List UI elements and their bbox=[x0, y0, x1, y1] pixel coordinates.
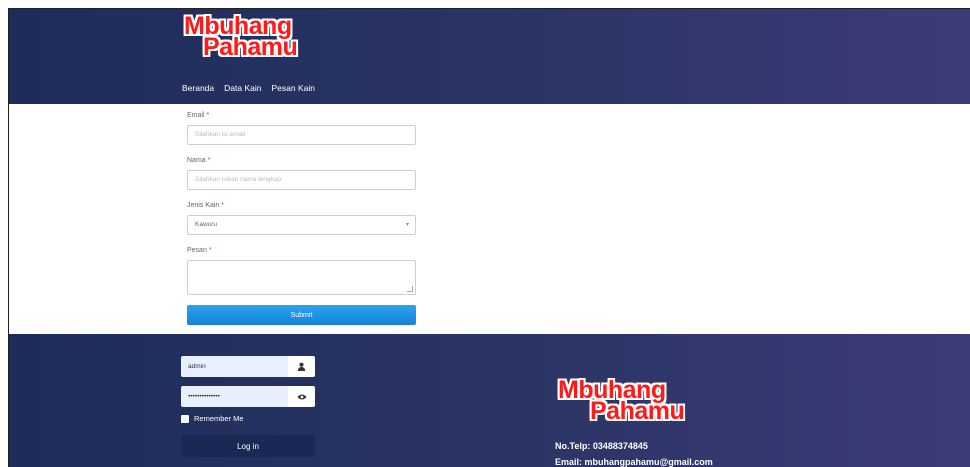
contact-phone: No.Telp: 03488374845 bbox=[555, 441, 648, 451]
nav-beranda[interactable]: Beranda bbox=[182, 83, 214, 93]
nama-field[interactable]: Silahkan isikan nama lengkap bbox=[187, 170, 416, 190]
page-frame: Mbuhang Pahamu Beranda Data Kain Pesan K… bbox=[8, 8, 970, 467]
brand-logo[interactable]: Mbuhang Pahamu bbox=[184, 14, 298, 59]
email-field[interactable]: Silahkan isi email bbox=[187, 125, 416, 145]
remember-label: Remember Me bbox=[194, 414, 244, 423]
nav-pesan-kain[interactable]: Pesan Kain bbox=[271, 83, 314, 93]
remember-checkbox[interactable] bbox=[181, 414, 189, 423]
main-nav: Beranda Data Kain Pesan Kain bbox=[182, 83, 315, 93]
username-input[interactable]: admin bbox=[181, 356, 288, 377]
nav-data-kain[interactable]: Data Kain bbox=[224, 83, 261, 93]
login-button[interactable]: Log in bbox=[181, 435, 315, 457]
submit-button[interactable]: Submit bbox=[187, 305, 416, 325]
email-label: Email * bbox=[187, 112, 210, 119]
chevron-down-icon: ▾ bbox=[405, 222, 409, 228]
nama-label: Nama * bbox=[187, 157, 211, 164]
footer-brand-logo: Mbuhang Pahamu bbox=[558, 378, 685, 423]
pesan-textarea[interactable] bbox=[187, 260, 416, 295]
contact-info: No.Telp: 03488374845 Email: mbuhangpaham… bbox=[555, 438, 713, 467]
resize-handle-icon[interactable] bbox=[407, 286, 413, 292]
header: Mbuhang Pahamu Beranda Data Kain Pesan K… bbox=[9, 9, 970, 104]
pesan-label: Pesan * bbox=[187, 247, 212, 254]
login-form: admin •••••••••••••• Remember Me Log in bbox=[181, 356, 315, 457]
footer: admin •••••••••••••• Remember Me Log in … bbox=[9, 334, 970, 467]
remember-me: Remember Me bbox=[181, 414, 315, 423]
jenis-kain-label: Jenis Kain * bbox=[187, 202, 225, 209]
jenis-kain-value: Kawuru bbox=[195, 221, 218, 228]
contact-email: Email: mbuhangpahamu@gmail.com bbox=[555, 457, 713, 467]
password-input[interactable]: •••••••••••••• bbox=[181, 386, 288, 407]
order-form: Email * Silahkan isi email Nama * Silahkan… bbox=[187, 112, 416, 325]
jenis-kain-select[interactable]: Kawuru ▾ bbox=[187, 215, 416, 235]
user-icon bbox=[288, 356, 315, 377]
eye-icon[interactable] bbox=[288, 386, 315, 407]
